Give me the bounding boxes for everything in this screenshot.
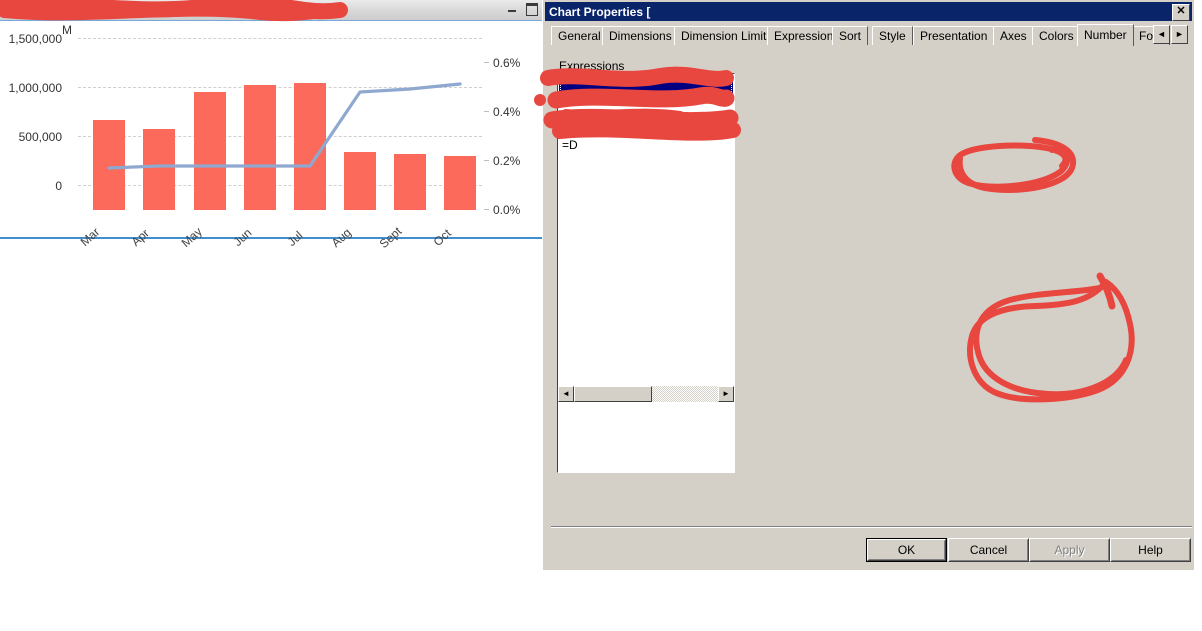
maximize-icon[interactable] [525,2,538,16]
ok-button[interactable]: OK [866,538,947,562]
chart-properties-dialog: Chart Properties [ ✕ General Dimensions … [543,0,1194,570]
chart-window-body: M 1,500,000 1,000,000 500,000 0 0.6% 0.4… [0,21,542,251]
help-button-label: Help [1111,539,1190,561]
footer-divider-highlight [551,527,1192,528]
screenshot-root: M 1,500,000 1,000,000 500,000 0 0.6% 0.4… [0,0,1202,631]
scroll-left-icon[interactable]: ◄ [558,386,574,402]
expressions-list[interactable]: = =D [557,73,735,473]
list-item[interactable] [559,95,733,115]
apply-button-label: Apply [1030,539,1109,561]
tab-dimension-limits[interactable]: Dimension Limits [674,26,780,45]
tab-strip: General Dimensions Dimension Limits Expr… [549,24,1188,46]
ok-button-label: OK [868,540,945,560]
scroll-right-icon[interactable]: ► [718,386,734,402]
apply-button[interactable]: Apply [1029,538,1110,562]
tab-scroll-right-icon[interactable]: ► [1171,25,1188,44]
tab-dimensions[interactable]: Dimensions [602,26,679,45]
minimize-icon[interactable] [506,2,519,15]
list-item[interactable]: =D [559,135,733,155]
tab-number[interactable]: Number [1077,24,1134,46]
tab-axes[interactable]: Axes [993,26,1034,45]
expressions-hscrollbar[interactable]: ◄ ► [558,386,734,402]
dialog-title: Chart Properties [ [549,5,651,19]
percent-line-series [107,82,462,170]
tab-colors[interactable]: Colors [1032,26,1081,45]
tab-sort[interactable]: Sort [832,26,869,45]
scrollbar-thumb[interactable] [574,386,652,402]
chart-window-buttons [506,2,538,16]
tab-scroll-left-icon[interactable]: ◄ [1153,25,1170,44]
chart-canvas[interactable]: M 1,500,000 1,000,000 500,000 0 0.6% 0.4… [0,21,542,251]
list-item[interactable]: = [559,115,733,135]
tab-style[interactable]: Style [872,26,913,45]
chart-window: M 1,500,000 1,000,000 500,000 0 0.6% 0.4… [0,0,542,251]
help-button[interactable]: Help [1110,538,1191,562]
list-item[interactable] [559,75,733,95]
tab-general[interactable]: General [551,26,608,45]
cancel-button[interactable]: Cancel [948,538,1029,562]
chart-window-titlebar[interactable] [0,0,542,21]
expressions-label: Expressions [559,59,625,73]
cancel-button-label: Cancel [949,539,1028,561]
dialog-titlebar[interactable]: Chart Properties [ ✕ [545,2,1192,21]
tab-presentation[interactable]: Presentation [913,26,995,45]
close-icon[interactable]: ✕ [1172,4,1190,21]
